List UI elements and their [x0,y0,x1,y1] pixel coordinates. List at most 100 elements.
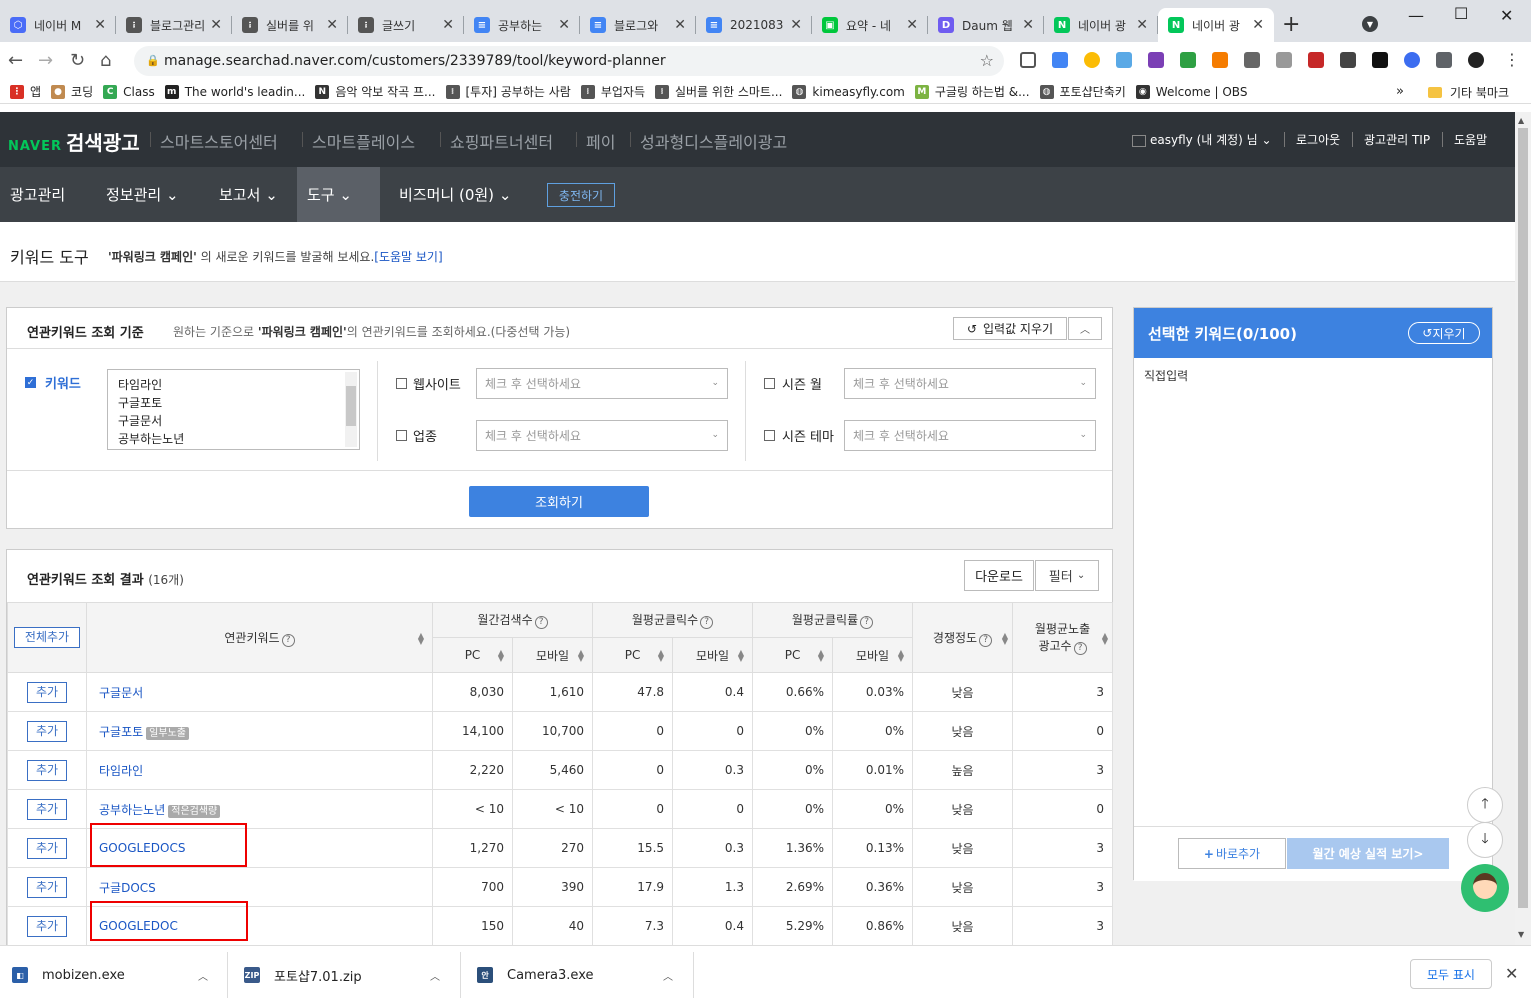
industry-checkbox[interactable] [396,430,407,441]
keyword-link[interactable]: 타임라인 [99,764,143,778]
collapse-button[interactable]: ︿ [1068,317,1102,340]
browser-tab[interactable]: ≡ 블로그와 ✕ [580,8,696,42]
keyword-link[interactable]: GOOGLEDOCS [99,841,185,855]
new-tab-button[interactable]: + [1282,12,1300,37]
extension-icon[interactable] [1084,52,1100,68]
download-button[interactable]: 다운로드 [964,560,1034,591]
bookmark-item[interactable]: ◍ 포토샵단축키 [1039,83,1126,100]
chatbot-avatar-button[interactable] [1461,864,1509,912]
gnb-link-smartstore[interactable]: 스마트스토어센터 [160,129,278,153]
translate-icon[interactable] [1052,52,1068,68]
bookmark-item[interactable]: ፧ 실버를 위한 스마트... [655,83,782,100]
extension-icon[interactable] [1276,52,1292,68]
industry-select[interactable]: 체크 후 선택하세요 ⌄ [476,420,728,451]
chevron-up-icon[interactable]: ︿ [663,968,673,983]
address-bar[interactable]: 🔒 manage.searchad.naver.com/customers/23… [134,46,1004,76]
download-item-mobizen[interactable]: ◧ mobizen.exe ︿ [12,946,208,1003]
header-ad-count[interactable]: 월평균노출 광고수? ▲ ▼ [1012,602,1114,673]
home-icon[interactable]: ⌂ [100,50,111,71]
direct-input-area[interactable]: 직접입력 [1144,367,1188,384]
help-icon[interactable]: ? [700,616,714,629]
extension-icon[interactable] [1180,52,1196,68]
extension-icon[interactable] [1212,52,1228,68]
browser-tab[interactable]: ≡ 20210831 ✕ [696,8,812,42]
header-mobile-clicks[interactable]: 모바일 ▲ ▼ [672,637,754,673]
bookmark-item[interactable]: ◉ Welcome | OBS [1135,84,1247,99]
close-tab-icon[interactable]: ✕ [558,17,570,33]
bookmark-item[interactable]: ● 코딩 [51,83,93,100]
chevron-up-icon[interactable]: ︿ [198,968,208,983]
help-link[interactable]: 도움말 [1454,131,1487,148]
close-tab-icon[interactable]: ✕ [94,17,106,33]
profile-avatar-icon[interactable] [1468,52,1484,68]
close-tab-icon[interactable]: ✕ [906,17,918,33]
keyword-link[interactable]: 구글문서 [99,686,143,700]
scroll-down-arrow-icon[interactable]: ▼ [1518,930,1524,939]
gnb-link-shopping-partner[interactable]: 쇼핑파트너센터 [450,129,553,153]
menu-tools[interactable]: 도구 ⌄ [297,167,380,222]
keyword-checkbox[interactable]: ✓ [25,377,36,388]
logout-link[interactable]: 로그아웃 [1296,131,1340,148]
sort-icon[interactable]: ▲ ▼ [658,649,664,663]
browser-tab[interactable]: D Daum 웹 ✕ [928,8,1044,42]
close-tab-icon[interactable]: ✕ [1252,17,1264,33]
help-icon[interactable]: ? [1073,642,1087,655]
naver-searchad-logo[interactable]: NAVER 검색광고 [8,127,140,156]
browser-tab[interactable]: N 네이버 광 ✕ [1044,8,1158,42]
add-keyword-button[interactable]: 추가 [27,876,67,898]
maximize-icon[interactable]: ☐ [1454,4,1468,23]
add-keyword-button[interactable]: 추가 [27,759,67,781]
minimize-icon[interactable]: — [1408,6,1424,25]
bookmark-item[interactable]: ፧ [투자] 공부하는 사람 [445,83,571,100]
ad-tip-link[interactable]: 광고관리 TIP [1364,131,1430,148]
season-month-checkbox[interactable] [764,378,775,389]
extension-icon[interactable] [1372,52,1388,68]
menu-ad-management[interactable]: 광고관리 [0,167,75,222]
header-keyword[interactable]: 연관키워드? ▲ ▼ [86,602,433,673]
sort-icon[interactable]: ▲ ▼ [1002,632,1008,646]
bookmark-item[interactable]: ◍ kimeasyfly.com [792,84,905,99]
bookmark-item[interactable]: N 음악 악보 작곡 프... [315,83,436,100]
keyword-link[interactable]: GOOGLEDOC [99,919,178,933]
charge-button[interactable]: 충전하기 [547,183,615,207]
close-tab-icon[interactable]: ✕ [326,17,338,33]
close-shelf-icon[interactable]: ✕ [1505,964,1518,983]
keyword-textarea[interactable]: 타임라인 구글포토 구글문서 공부하는노년 [107,369,360,450]
sort-icon[interactable]: ▲ ▼ [898,649,904,663]
keyword-link[interactable]: 공부하는노년 [99,803,165,817]
close-window-icon[interactable]: ✕ [1500,6,1513,25]
bookmark-item[interactable]: ⋮ 앱 [10,83,41,100]
chevron-up-icon[interactable]: ︿ [430,968,440,983]
extension-icon[interactable] [1340,52,1356,68]
bookmark-item[interactable]: ፧ 부업자득 [580,83,645,100]
close-tab-icon[interactable]: ✕ [1136,17,1148,33]
ublock-icon[interactable] [1308,52,1324,68]
help-icon[interactable]: ? [281,633,295,647]
bookmark-star-icon[interactable]: ☆ [980,51,994,70]
sort-icon[interactable]: ▲ ▼ [818,649,824,663]
scroll-up-arrow-icon[interactable]: ▲ [1518,116,1524,125]
sort-icon[interactable]: ▲ ▼ [418,632,424,646]
add-keyword-button[interactable]: 추가 [27,681,67,703]
add-keyword-button[interactable]: 추가 [27,837,67,859]
website-checkbox[interactable] [396,378,407,389]
help-link[interactable]: [도움말 보기] [374,250,442,264]
lock-icon[interactable]: 🔒 [146,54,160,67]
keyword-link[interactable]: 구글포토 [99,725,143,739]
browser-tab[interactable]: ፧ 실버를 위 ✕ [232,8,348,42]
menu-reports[interactable]: 보고서 ⌄ [209,167,288,222]
sort-icon[interactable]: ▲ ▼ [738,649,744,663]
season-month-select[interactable]: 체크 후 선택하세요 ⌄ [844,368,1096,399]
page-scrollbar[interactable]: ▲ ▼ [1515,112,1531,945]
clear-selected-button[interactable]: ↺ 지우기 [1408,322,1480,344]
browser-tab[interactable]: ▣ 요약 - 네 ✕ [812,8,928,42]
download-item-camera3[interactable]: 안 Camera3.exe ︿ [477,946,673,1003]
sort-icon[interactable]: ▲ ▼ [498,649,504,663]
season-theme-select[interactable]: 체크 후 선택하세요 ⌄ [844,420,1096,451]
close-tab-icon[interactable]: ✕ [1022,17,1034,33]
textarea-scrollbar[interactable] [345,372,357,447]
bookmark-item[interactable]: C Class [103,84,155,99]
add-keyword-button[interactable]: 추가 [27,915,67,937]
help-icon[interactable]: ? [860,616,874,629]
scroll-top-button[interactable]: 🡑 [1467,787,1503,823]
